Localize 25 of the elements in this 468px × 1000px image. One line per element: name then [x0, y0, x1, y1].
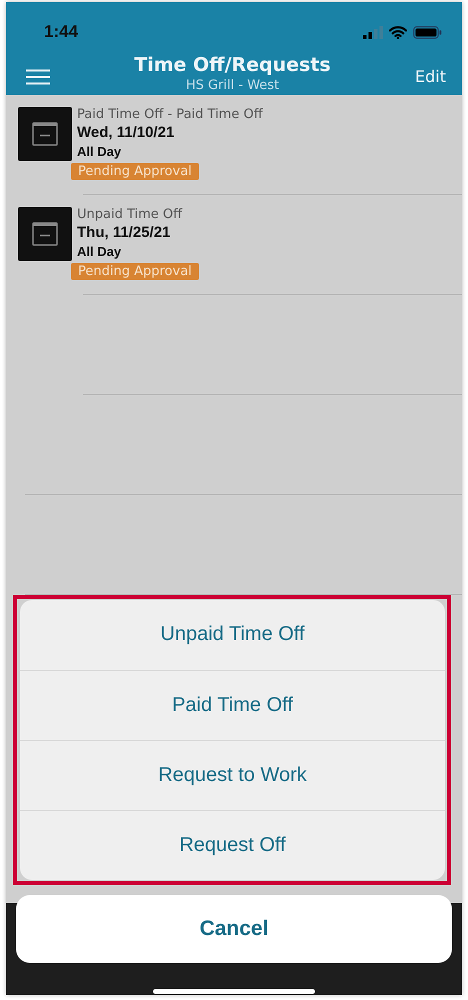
request-type: Paid Time Off - Paid Time Off	[77, 106, 263, 122]
status-badge: Pending Approval	[71, 162, 199, 180]
signal-icon	[363, 26, 383, 38]
status-time: 1:44	[44, 22, 78, 42]
menu-icon[interactable]	[26, 68, 50, 84]
request-item[interactable]: Unpaid Time Off Thu, 11/25/21 All Day Pending Approval	[6, 194, 462, 295]
status-badge: Pending Approval	[71, 262, 199, 280]
sheet-option[interactable]: Paid Time Off	[20, 670, 445, 740]
screen-subtitle: HS Grill - West	[186, 78, 280, 93]
request-duration: All Day	[77, 144, 122, 159]
request-type: Unpaid Time Off	[77, 206, 182, 222]
request-duration: All Day	[77, 244, 122, 259]
request-item[interactable]: Paid Time Off - Paid Time Off Wed, 11/10/21 All Day Pending Approval	[6, 94, 462, 195]
sheet-option[interactable]: Request Off	[20, 810, 445, 880]
battery-icon	[413, 26, 442, 38]
request-date: Wed, 11/10/21	[77, 124, 174, 141]
sheet-option[interactable]: Unpaid Time Off	[20, 600, 445, 670]
cancel-button[interactable]: Cancel	[16, 894, 452, 963]
sheet-option[interactable]: Request to Work	[20, 740, 445, 810]
wifi-icon	[389, 26, 407, 38]
calendar-icon	[18, 106, 72, 161]
screen-title: Time Off/Requests	[134, 54, 331, 76]
request-date: Thu, 11/25/21	[77, 224, 170, 241]
calendar-icon	[18, 206, 72, 261]
edit-button[interactable]: Edit	[415, 67, 446, 86]
